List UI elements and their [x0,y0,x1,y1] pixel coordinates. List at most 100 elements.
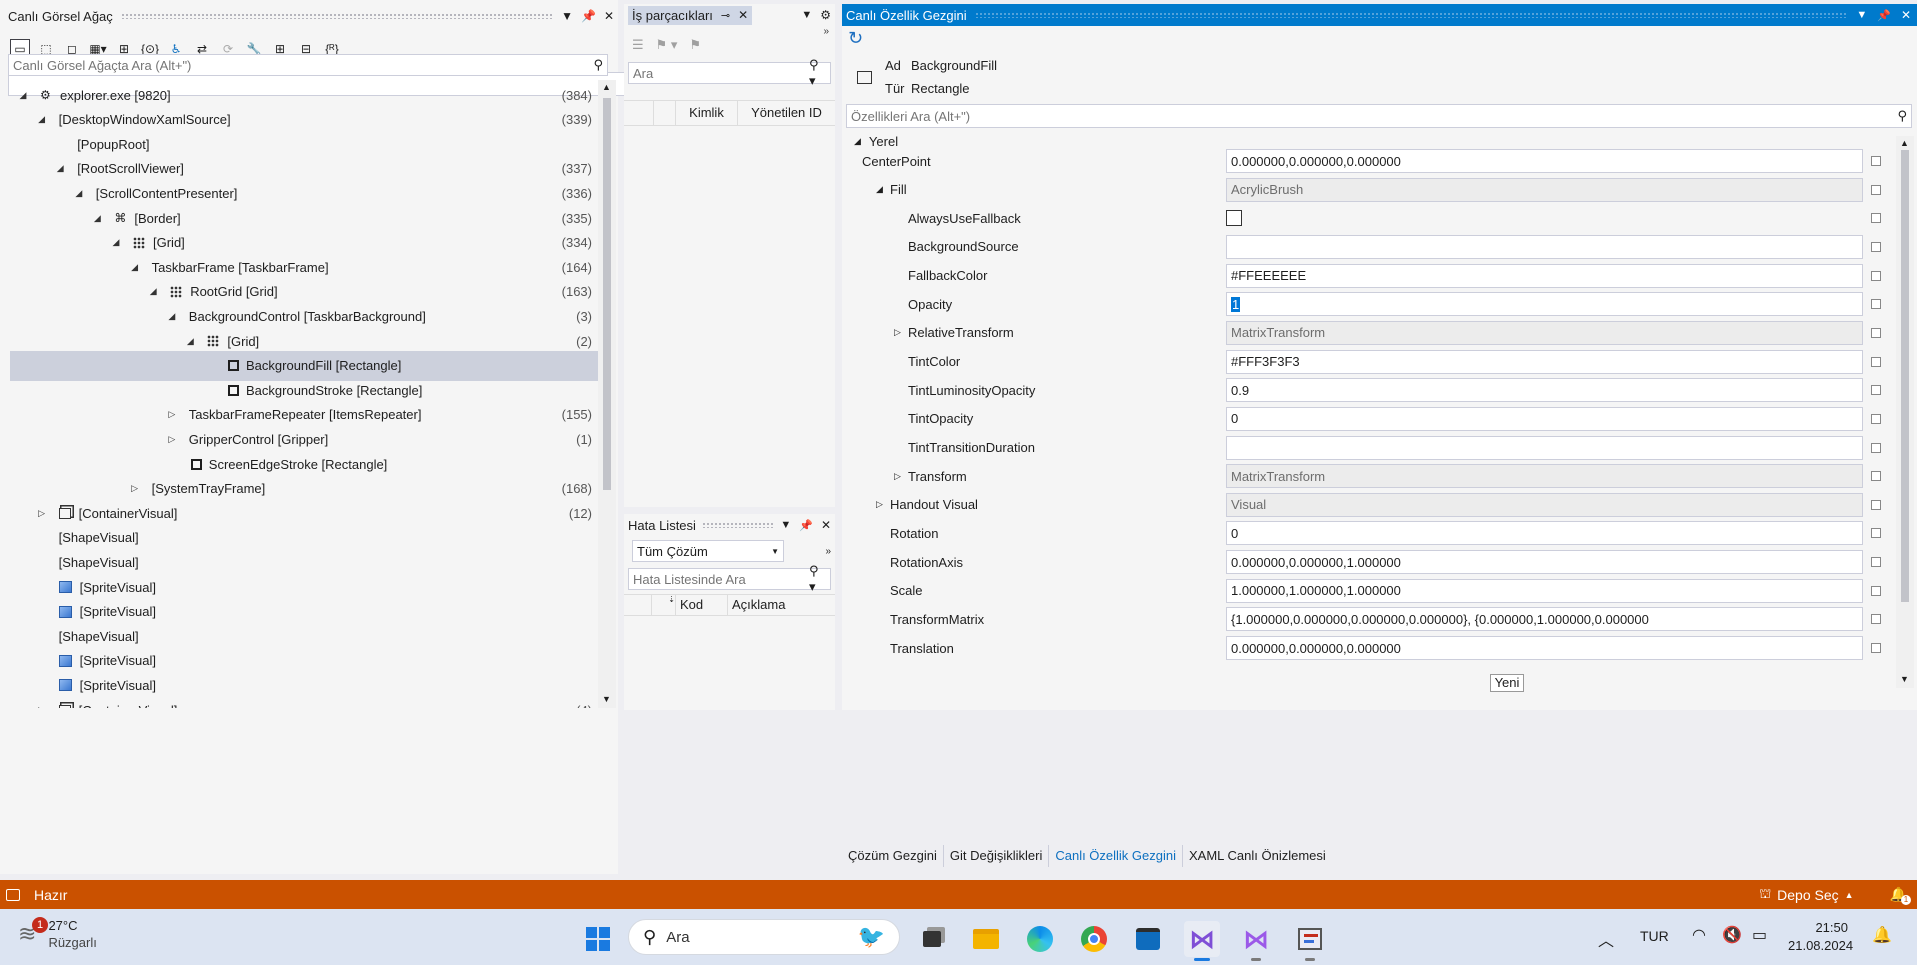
scroll-down-arrow[interactable]: ▼ [1900,674,1909,684]
property-value-field[interactable]: 0.9 [1226,378,1863,403]
dropdown-icon[interactable]: ▼ [801,9,812,21]
chevron-up-icon[interactable]: ︿ [1598,927,1614,951]
notification-bell-icon[interactable]: 🔔 [1872,925,1892,945]
search-icon[interactable]: ⚲ ▾ [809,563,826,595]
flag-multi-icon[interactable]: ⚑ [689,37,701,53]
file-explorer-icon[interactable] [968,921,1004,957]
expand-arrow-icon[interactable]: ▷ [894,327,901,338]
tree-search-box[interactable]: ⚲ [8,54,608,76]
error-scope-select[interactable]: Tüm Çözüm ▼ [632,540,784,562]
property-marker-icon[interactable] [1871,557,1881,568]
scroll-thumb[interactable] [603,98,611,490]
task-view-icon[interactable] [914,921,950,957]
threads-tab[interactable]: İş parçacıkları ⊸ ✕ [628,5,753,25]
clock[interactable]: 21:50 21.08.2024 [1788,919,1853,955]
column-header[interactable]: Yönetilen ID [738,100,835,126]
scroll-down-arrow[interactable]: ▼ [602,694,611,704]
property-marker-icon[interactable] [1871,385,1881,396]
property-marker-icon[interactable] [1871,241,1881,252]
store-icon[interactable] [1130,921,1166,957]
props-scrollbar[interactable]: ▲ ▼ [1896,136,1914,688]
property-marker-icon[interactable] [1871,528,1881,539]
column-header[interactable]: Kod [676,594,728,616]
designer-app-icon[interactable] [1292,921,1328,961]
overflow-icon[interactable]: » [825,546,831,557]
dropdown-icon[interactable]: ▼ [780,519,791,531]
expand-arrow-icon[interactable]: ▷ [165,434,179,445]
column-header[interactable]: Kimlik [676,100,738,126]
battery-icon[interactable]: ▭ [1752,925,1767,945]
property-marker-icon[interactable] [1871,184,1881,195]
tab-live-property-explorer[interactable]: Canlı Özellik Gezgini [1049,845,1183,867]
property-marker-icon[interactable] [1871,585,1881,596]
collapse-arrow-icon[interactable]: ◢ [854,136,861,147]
tree-node[interactable]: ▷ [ContainerVisual] (4) [10,695,598,708]
property-value-field[interactable]: #FFEEEEEE [1226,263,1863,288]
expand-arrow-icon[interactable]: ▷ [876,499,883,510]
props-search-box[interactable]: ⚲ [846,104,1912,128]
expand-arrow-icon[interactable]: ▷ [35,705,49,709]
collapse-arrow-icon[interactable]: ◢ [128,262,142,273]
always-use-fallback-checkbox[interactable] [1226,210,1242,227]
property-value-field[interactable]: #FFF3F3F3 [1226,349,1863,374]
close-icon[interactable]: ✕ [738,8,748,22]
visual-studio-2-icon[interactable]: ⋈ [1238,921,1274,961]
property-value-field[interactable]: 1 [1226,292,1863,317]
dropdown-icon[interactable]: ▼ [1856,9,1867,21]
tab-xaml-live-preview[interactable]: XAML Canlı Önizlemesi [1183,845,1332,867]
expand-arrow-icon[interactable]: ▷ [35,508,49,519]
pin-icon[interactable]: ⊸ [721,9,730,22]
pin-icon[interactable]: 📌 [1877,9,1891,22]
group-icon[interactable]: ☰ [632,37,644,53]
property-value-field[interactable] [1226,234,1863,259]
property-value-field[interactable]: {1.000000,0.000000,0.000000,0.000000}, {… [1226,607,1863,632]
chevron-up-icon[interactable]: ▲ [1845,890,1854,900]
property-value-field[interactable] [1226,435,1863,460]
props-search-input[interactable] [851,108,1898,124]
close-icon[interactable]: ✕ [821,518,831,532]
collapse-arrow-icon[interactable]: ◢ [53,163,67,174]
overflow-icon[interactable]: » [823,26,829,37]
taskbar-search[interactable]: ⚲ Ara 🐦 [628,919,900,955]
tree-scrollbar[interactable]: ▲ ▼ [598,80,616,708]
property-value-field[interactable]: 0.000000,0.000000,0.000000 [1226,149,1863,173]
search-icon[interactable]: ⚲ [593,57,603,73]
tab-git-changes[interactable]: Git Değişiklikleri [944,845,1050,867]
expand-arrow-icon[interactable]: ▷ [128,483,142,494]
expand-arrow-icon[interactable]: ▷ [165,409,179,420]
property-marker-icon[interactable] [1871,356,1881,367]
property-value-field[interactable]: 0.000000,0.000000,1.000000 [1226,550,1863,575]
search-icon[interactable]: ⚲ ▾ [809,57,826,89]
notification-bell-icon[interactable]: 🔔 1 [1890,886,1911,905]
tree-search-input[interactable] [13,57,594,73]
property-marker-icon[interactable] [1871,442,1881,453]
language-indicator[interactable]: TUR [1640,928,1669,944]
repo-select[interactable]: Depo Seç [1777,887,1838,903]
collapse-arrow-icon[interactable]: ◢ [183,336,197,347]
threads-search-input[interactable] [633,65,809,81]
property-marker-icon[interactable] [1871,213,1881,224]
collapse-arrow-icon[interactable]: ◢ [90,213,104,224]
flag-icon[interactable]: ⚑ ▾ [656,37,678,53]
property-marker-icon[interactable] [1871,327,1881,338]
collapse-arrow-icon[interactable]: ◢ [165,311,179,322]
edge-icon[interactable] [1022,921,1058,957]
volume-muted-icon[interactable]: 🔇 [1722,925,1742,945]
tab-solution-explorer[interactable]: Çözüm Gezgini [842,845,944,867]
wifi-icon[interactable]: ◠ [1692,925,1706,945]
property-marker-icon[interactable] [1871,643,1881,654]
refresh-icon[interactable]: ↻ [848,28,863,49]
property-marker-icon[interactable] [1871,156,1881,166]
close-icon[interactable]: ✕ [1901,8,1911,22]
collapse-arrow-icon[interactable]: ◢ [146,286,160,297]
scroll-up-arrow[interactable]: ▲ [602,82,611,92]
header-grip[interactable] [120,13,554,19]
property-marker-icon[interactable] [1871,471,1881,482]
collapse-arrow-icon[interactable]: ◢ [109,237,123,248]
close-icon[interactable]: ✕ [604,10,614,22]
new-button[interactable]: Yeni [1490,674,1524,692]
property-marker-icon[interactable] [1871,413,1881,424]
start-windows-icon[interactable] [580,921,616,957]
visual-studio-icon[interactable]: ⋈ [1184,921,1220,961]
error-search-box[interactable]: ⚲ ▾ [628,563,831,594]
